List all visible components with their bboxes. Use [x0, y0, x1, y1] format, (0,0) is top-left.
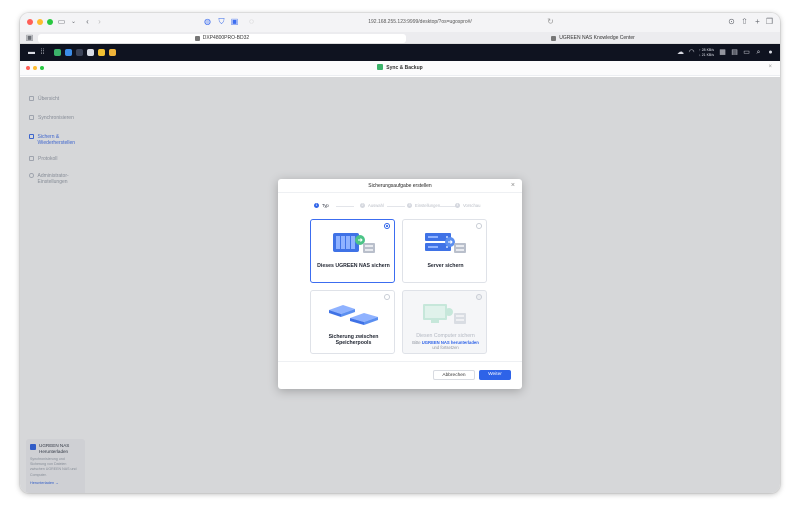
- divider: [278, 361, 522, 362]
- server-icon: [425, 233, 466, 253]
- upload-speed: ↑ 28 KB/s: [699, 48, 714, 52]
- app-title: Sync & Backup: [20, 64, 780, 71]
- zoom-window-button[interactable]: [47, 19, 53, 25]
- step-connector: [336, 206, 354, 207]
- radio-unselected[interactable]: [384, 294, 390, 300]
- chevron-down-icon[interactable]: ⌄: [68, 17, 79, 27]
- next-button[interactable]: Weiter: [479, 370, 511, 380]
- hint-suffix: und fortsetzen: [432, 345, 459, 350]
- close-window-button[interactable]: [27, 19, 33, 25]
- app-close-icon[interactable]: ×: [768, 64, 772, 70]
- forward-icon[interactable]: ›: [94, 17, 105, 27]
- folder-app-icon[interactable]: [109, 49, 116, 56]
- step-number: 1: [314, 203, 319, 208]
- tab-overview-icon[interactable]: ❐: [764, 17, 775, 27]
- notes-app-icon[interactable]: [98, 49, 105, 56]
- option-label: Dieses UGREEN NAS sichern: [317, 263, 390, 269]
- nas-taskbar: ▬ ⁞⁞ ☁ ◠ ↑ 28 KB/s ↓ 21 KB/s ▦ ▤ ▭ ⌕ ●: [20, 44, 780, 61]
- step-label: Typ: [322, 203, 329, 208]
- step-preview: 4 Vorschau: [455, 203, 480, 208]
- search-icon[interactable]: ⌕: [754, 48, 763, 57]
- step-label: Einstellungen: [415, 203, 441, 208]
- shield-icon[interactable]: ⛉: [216, 17, 227, 27]
- tab-label: DXP4800PRO-BD32: [202, 35, 250, 41]
- files-app-icon[interactable]: [65, 49, 72, 56]
- user-icon[interactable]: ●: [766, 48, 775, 57]
- close-icon[interactable]: ×: [511, 182, 515, 189]
- browser-toolbar: ▭ ⌄ ‹ › ◍ ⛉ ▣ ◌ 192.168.255.123:9999/des…: [20, 13, 780, 32]
- step-connector: [387, 206, 405, 207]
- divider: [278, 192, 522, 193]
- network-icon[interactable]: ◠: [687, 48, 696, 57]
- nas-device-icon: [333, 233, 375, 253]
- step-number: 2: [360, 203, 365, 208]
- minimize-window-button[interactable]: [37, 19, 43, 25]
- downloads-icon[interactable]: ⊙: [726, 17, 737, 27]
- step-selection: 2 Auswahl: [360, 203, 384, 208]
- cancel-button[interactable]: Abbrechen: [433, 370, 475, 380]
- computer-icon: [423, 304, 466, 324]
- step-type: 1 Typ: [314, 203, 329, 208]
- tab-group-icon[interactable]: ▣: [24, 33, 35, 43]
- window-controls: [27, 19, 53, 25]
- image-extension-icon[interactable]: ▣: [229, 17, 240, 27]
- extension-icon[interactable]: ◍: [202, 17, 213, 27]
- download-speed: ↓ 21 KB/s: [699, 52, 714, 57]
- tab-label: UGREEN NAS Knowledge Center: [559, 35, 635, 41]
- option-backup-server[interactable]: Server sichern: [402, 219, 487, 283]
- ugreen-favicon-icon: [194, 36, 200, 41]
- message-icon[interactable]: ▭: [742, 48, 751, 57]
- option-backup-this-computer[interactable]: Diesen Computer sichern Bitte UGREEN NAS…: [402, 290, 487, 354]
- radio-disabled: [476, 294, 482, 300]
- step-number: 4: [455, 203, 460, 208]
- share-icon[interactable]: ⇧: [739, 17, 750, 27]
- option-backup-this-nas[interactable]: Dieses UGREEN NAS sichern: [310, 219, 395, 283]
- tab-bar: ▣ DXP4800PRO-BD32 UGREEN NAS Knowledge C…: [20, 32, 780, 44]
- option-label: Diesen Computer sichern: [416, 333, 475, 339]
- dialog-title: Sicherungsaufgabe erstellen: [368, 183, 432, 189]
- network-speed: ↑ 28 KB/s ↓ 21 KB/s: [699, 48, 714, 57]
- step-label: Vorschau: [463, 203, 481, 208]
- address-bar[interactable]: 192.168.255.123:9999/desktop/?os=ugospro…: [290, 17, 550, 28]
- tab-dxp4800pro[interactable]: DXP4800PRO-BD32: [38, 34, 406, 43]
- new-tab-icon[interactable]: +: [752, 17, 763, 27]
- step-label: Auswahl: [368, 203, 384, 208]
- cloud-icon[interactable]: ☁: [676, 48, 685, 57]
- desktop-icon[interactable]: ▬: [27, 48, 36, 57]
- ugreen-favicon-icon: [551, 36, 557, 41]
- option-label: Sicherung zwischen Speicherpools: [328, 334, 379, 346]
- option-label: Server sichern: [427, 263, 464, 269]
- privacy-icon[interactable]: ◌: [246, 17, 257, 27]
- radio-selected[interactable]: [384, 223, 390, 229]
- back-icon[interactable]: ‹: [82, 17, 93, 27]
- address-url: 192.168.255.123:9999/desktop/?os=ugospro…: [368, 19, 472, 25]
- storage-pool-icon: [329, 305, 378, 325]
- step-connector: [438, 206, 456, 207]
- sidebar-toggle-icon[interactable]: ▭: [56, 17, 67, 27]
- sync-backup-app-icon[interactable]: [54, 49, 61, 56]
- sync-backup-logo-icon: [377, 64, 384, 70]
- option-backup-between-pools[interactable]: Sicherung zwischen Speicherpools: [310, 290, 395, 354]
- app-title-text: Sync & Backup: [386, 65, 423, 71]
- tab-knowledge-center[interactable]: UGREEN NAS Knowledge Center: [406, 34, 780, 43]
- create-backup-dialog: Sicherungsaufgabe erstellen × 1 Typ 2 Au…: [278, 179, 522, 389]
- task-manager-icon[interactable]: ▦: [718, 48, 727, 57]
- app-grid-icon[interactable]: ⁞⁞: [38, 48, 47, 57]
- step-number: 3: [407, 203, 412, 208]
- radio-unselected[interactable]: [476, 223, 482, 229]
- photos-app-icon[interactable]: [87, 49, 94, 56]
- step-settings: 3 Einstellungen: [407, 203, 440, 208]
- app-titlebar: Sync & Backup ×: [20, 61, 780, 76]
- reload-icon[interactable]: ↻: [545, 17, 556, 27]
- browser-window: ▭ ⌄ ‹ › ◍ ⛉ ▣ ◌ 192.168.255.123:9999/des…: [20, 13, 780, 493]
- control-panel-app-icon[interactable]: [76, 49, 83, 56]
- resource-monitor-icon[interactable]: ▤: [730, 48, 739, 57]
